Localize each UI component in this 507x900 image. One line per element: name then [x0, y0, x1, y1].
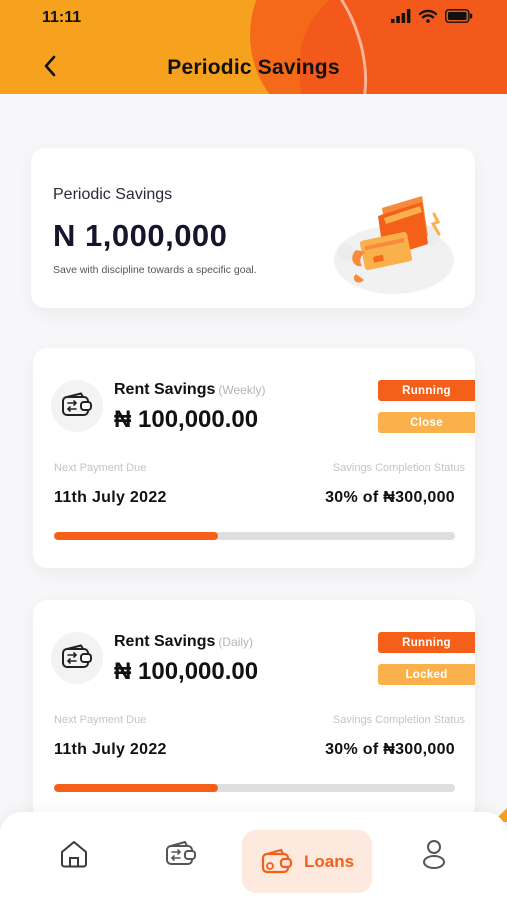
status-badge: Running — [378, 632, 475, 653]
progress-track — [54, 532, 455, 540]
nav-profile[interactable] — [412, 832, 456, 876]
next-payment-date: 11th July 2022 — [54, 741, 167, 758]
nav-home[interactable] — [52, 832, 96, 876]
savings-plan-card[interactable]: Rent Savings (Daily) ₦ 100,000.00 Running… — [33, 600, 475, 820]
savings-plan-card[interactable]: Rent Savings (Weekly) ₦ 100,000.00 Runnin… — [33, 348, 475, 568]
status-icons — [391, 9, 473, 23]
locked-badge: Locked — [378, 664, 475, 685]
home-icon — [61, 841, 87, 868]
next-payment-label: Next Payment Due — [54, 462, 147, 474]
page-title: Periodic Savings — [167, 56, 340, 79]
plan-name: Rent Savings (Weekly) — [114, 381, 265, 399]
completion-status: 30% of ₦300,000 — [325, 489, 455, 506]
summary-description: Save with discipline towards a specific … — [53, 264, 257, 276]
status-time: 11:11 — [42, 9, 82, 26]
summary-label: Periodic Savings — [53, 186, 173, 203]
profile-icon — [423, 840, 445, 869]
completion-label: Savings Completion Status — [332, 714, 465, 726]
close-button[interactable]: Close — [378, 412, 475, 433]
signal-icon — [391, 9, 411, 23]
plan-name-text: Rent Savings — [114, 633, 216, 650]
bottom-nav: Loans — [0, 812, 507, 900]
loans-icon — [261, 848, 293, 873]
next-payment-date: 11th July 2022 — [54, 489, 167, 506]
wallet-illustration — [334, 196, 454, 294]
progress-track — [54, 784, 455, 792]
app-header: 11:11 Periodic Savings — [0, 0, 507, 94]
plan-name-text: Rent Savings — [114, 381, 216, 398]
plan-icon-container — [51, 632, 103, 684]
status-badge: Running — [378, 380, 475, 401]
plan-amount: ₦ 100,000.00 — [114, 406, 259, 433]
plan-amount: ₦ 100,000.00 — [114, 658, 259, 685]
nav-wallet[interactable] — [159, 832, 203, 876]
wifi-icon — [419, 9, 437, 23]
summary-card: Periodic Savings N 1,000,000 Save with d… — [31, 148, 475, 308]
plan-frequency: (Weekly) — [218, 383, 266, 397]
wallet-icon — [166, 841, 196, 865]
next-payment-label: Next Payment Due — [54, 714, 147, 726]
plan-name: Rent Savings (Daily) — [114, 633, 253, 651]
plan-frequency: (Daily) — [218, 635, 254, 649]
completion-label: Savings Completion Status — [332, 462, 465, 474]
progress-fill — [54, 784, 219, 792]
plan-icon-container — [51, 380, 103, 432]
battery-icon — [445, 9, 473, 23]
summary-amount: N 1,000,000 — [53, 218, 228, 253]
nav-loans[interactable]: Loans — [242, 830, 372, 893]
nav-loans-label: Loans — [303, 851, 355, 871]
progress-fill — [54, 532, 219, 540]
wallet-transfer-icon — [62, 644, 92, 668]
wallet-transfer-icon — [62, 392, 92, 416]
completion-status: 30% of ₦300,000 — [325, 741, 455, 758]
